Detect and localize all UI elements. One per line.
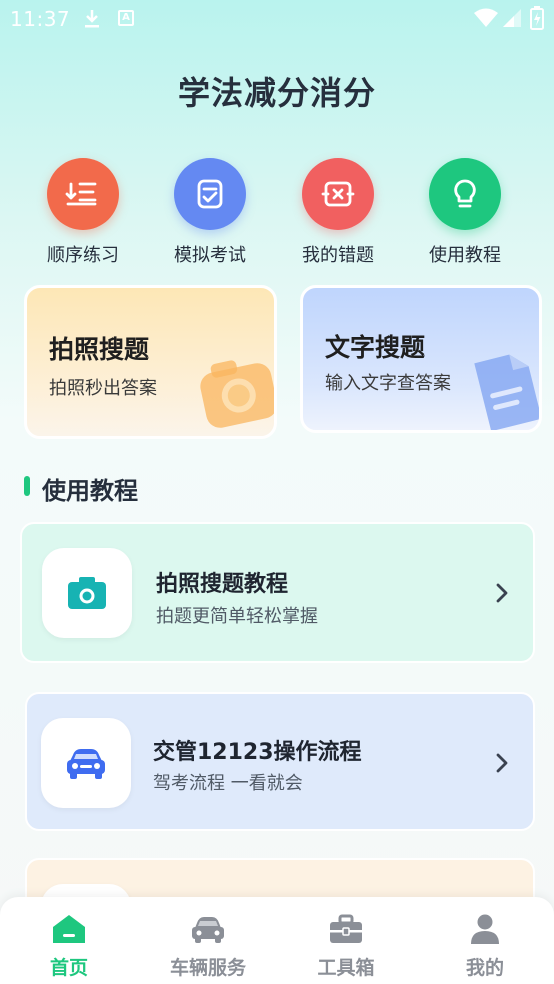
nav-tab-toolbox[interactable]: 工具箱 — [286, 913, 406, 980]
tutorial-title: 交管12123操作流程 — [153, 740, 362, 765]
status-time: 11:37 — [10, 7, 71, 31]
tutorial-title: 拍照搜题教程 — [156, 572, 289, 597]
user-icon — [471, 914, 499, 944]
bottom-navigation: 首页 车辆服务 工具箱 我的 — [0, 897, 554, 984]
home-icon — [53, 915, 85, 943]
text-search-title: 文字搜题 — [325, 333, 426, 362]
nav-label: 首页 — [49, 957, 88, 979]
a-badge-icon: A — [118, 10, 134, 26]
chevron-right-icon — [496, 583, 508, 603]
chevron-right-icon — [496, 753, 508, 773]
signal-icon — [503, 9, 521, 27]
tutorial-card-12123-flow[interactable]: 交管12123操作流程 驾考流程 一看就会 — [25, 692, 535, 831]
quick-action-mock-exam[interactable]: 模拟考试 — [155, 158, 265, 267]
wifi-icon — [474, 8, 498, 27]
lightbulb-icon — [429, 158, 501, 230]
quick-action-sequential-practice[interactable]: 顺序练习 — [28, 158, 138, 267]
download-icon — [85, 10, 99, 28]
tutorial-subtitle: 拍题更简单轻松掌握 — [156, 606, 318, 627]
quick-action-tutorial[interactable]: 使用教程 — [410, 158, 520, 267]
wrong-answer-icon — [302, 158, 374, 230]
status-bar: 11:37 A — [0, 0, 554, 38]
nav-tab-vehicle-service[interactable]: 车辆服务 — [148, 913, 268, 980]
quick-action-label: 模拟考试 — [174, 245, 246, 266]
text-search-subtitle: 输入文字查答案 — [325, 373, 451, 394]
toolbox-icon — [330, 914, 362, 943]
photo-search-subtitle: 拍照秒出答案 — [49, 378, 157, 399]
quick-action-label: 顺序练习 — [47, 245, 119, 266]
camera-icon — [42, 548, 132, 638]
exam-check-icon — [174, 158, 246, 230]
nav-label: 工具箱 — [317, 957, 375, 979]
car-icon — [41, 718, 131, 808]
tutorial-subtitle: 驾考流程 一看就会 — [153, 773, 303, 794]
text-search-card[interactable]: 文字搜题 输入文字查答案 — [300, 285, 542, 433]
document-icon — [474, 354, 539, 430]
section-accent-bar — [24, 476, 30, 496]
photo-search-title: 拍照搜题 — [49, 335, 150, 364]
quick-action-label: 使用教程 — [429, 245, 501, 266]
car-icon — [192, 917, 224, 943]
nav-tab-mine[interactable]: 我的 — [425, 913, 545, 980]
quick-action-label: 我的错题 — [302, 245, 374, 266]
tutorial-card-photo-search[interactable]: 拍照搜题教程 拍题更简单轻松掌握 — [20, 522, 535, 663]
list-order-icon — [47, 158, 119, 230]
battery-icon — [530, 6, 544, 30]
nav-tab-home[interactable]: 首页 — [9, 913, 129, 980]
page-title: 学法减分消分 — [177, 74, 376, 112]
quick-action-wrong-answers[interactable]: 我的错题 — [283, 158, 393, 267]
nav-label: 我的 — [465, 957, 504, 979]
camera-icon — [200, 360, 274, 428]
section-title: 使用教程 — [42, 477, 138, 505]
photo-search-card[interactable]: 拍照搜题 拍照秒出答案 — [24, 285, 277, 439]
nav-label: 车辆服务 — [169, 957, 246, 979]
